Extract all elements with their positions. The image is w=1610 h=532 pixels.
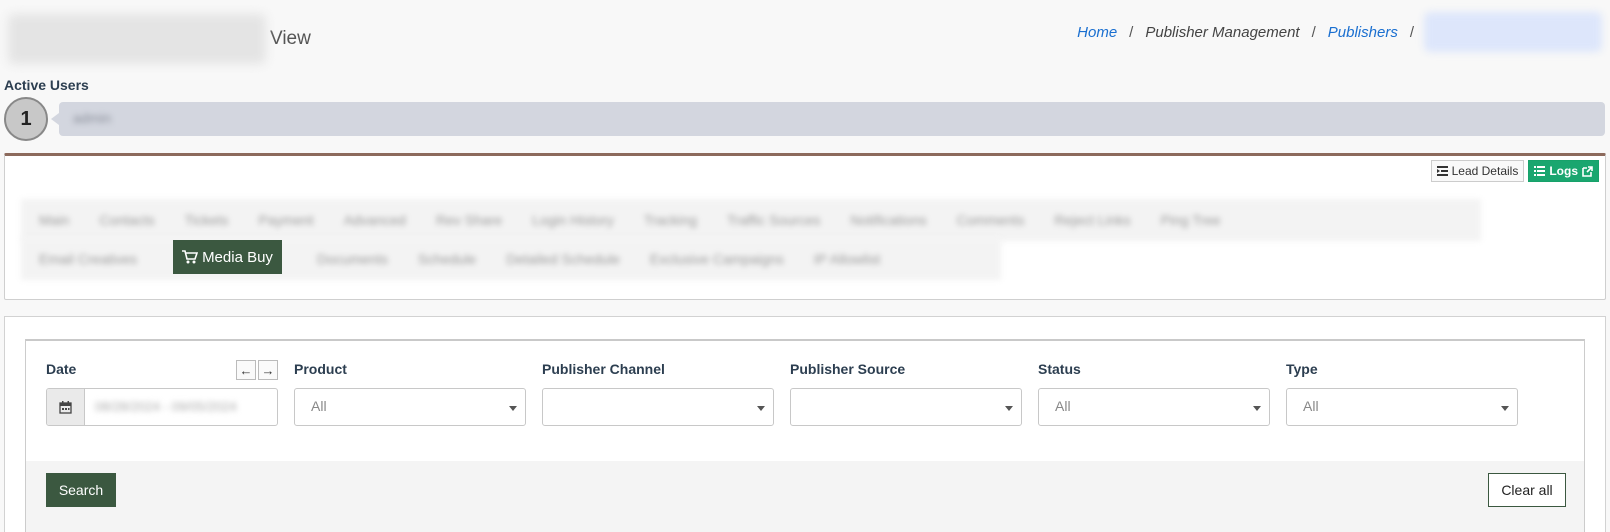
type-select[interactable]: All	[1286, 388, 1518, 426]
tab-notifications[interactable]: Notifications	[850, 212, 926, 228]
tab-advanced[interactable]: Advanced	[344, 212, 406, 228]
clear-all-button[interactable]: Clear all	[1488, 473, 1566, 507]
caret-down-icon	[1501, 406, 1509, 411]
publisher-source-select[interactable]	[790, 388, 1022, 426]
caret-down-icon	[757, 406, 765, 411]
tab-documents[interactable]: Documents	[317, 251, 388, 267]
active-users-count-badge: 1	[4, 97, 48, 141]
tab-ping-tree[interactable]: Ping Tree	[1161, 212, 1221, 228]
filter-card: Date ← → 08/28/2024 - 09/05/2024 Product…	[4, 316, 1606, 532]
tab-tracking[interactable]: Tracking	[644, 212, 697, 228]
lead-details-button[interactable]: Lead Details	[1430, 160, 1525, 182]
tab-email-creatives[interactable]: Email Creatives	[39, 251, 137, 267]
status-filter: Status All	[1038, 361, 1270, 426]
type-select-value: All	[1303, 398, 1319, 414]
calendar-icon	[47, 389, 85, 425]
top-actions: Lead Details Logs	[1430, 160, 1599, 182]
caret-down-icon	[1253, 406, 1261, 411]
lead-details-label: Lead Details	[1451, 164, 1519, 178]
status-select[interactable]: All	[1038, 388, 1270, 426]
tab-payment[interactable]: Payment	[258, 212, 313, 228]
search-button[interactable]: Search	[46, 473, 116, 507]
breadcrumb-separator: /	[1409, 23, 1414, 41]
status-label: Status	[1038, 361, 1081, 377]
arrow-left-icon: ←	[239, 362, 253, 378]
tab-contacts[interactable]: Contacts	[99, 212, 154, 228]
breadcrumb: Home / Publisher Management / Publishers…	[1075, 12, 1602, 52]
tab-tickets[interactable]: Tickets	[185, 212, 229, 228]
date-prev-button[interactable]: ←	[236, 360, 256, 380]
date-next-button[interactable]: →	[258, 360, 278, 380]
publisher-channel-filter: Publisher Channel	[542, 361, 774, 426]
breadcrumb-home[interactable]: Home	[1075, 24, 1119, 41]
tab-schedule[interactable]: Schedule	[418, 251, 476, 267]
product-label: Product	[294, 361, 347, 377]
date-nav: ← →	[236, 360, 278, 380]
tabs-card: Lead Details Logs Main Contacts Tickets …	[4, 153, 1606, 300]
logs-label: Logs	[1549, 164, 1578, 178]
product-filter: Product All	[294, 361, 526, 426]
publisher-channel-label: Publisher Channel	[542, 361, 665, 377]
tab-exclusive-campaigns[interactable]: Exclusive Campaigns	[650, 251, 784, 267]
tab-media-buy-label: Media Buy	[202, 248, 273, 266]
tab-main[interactable]: Main	[39, 212, 69, 228]
tab-login-history[interactable]: Login History	[532, 212, 614, 228]
arrow-right-icon: →	[261, 362, 275, 378]
tab-row-redacted: Email Creatives Documents Schedule Detai…	[21, 238, 1001, 280]
active-users-label: Active Users	[4, 77, 89, 93]
type-filter: Type All	[1286, 361, 1518, 426]
date-range-input[interactable]: 08/28/2024 - 09/05/2024	[46, 388, 278, 426]
publisher-name-redacted	[8, 14, 266, 64]
caret-down-icon	[509, 406, 517, 411]
tab-rev-share[interactable]: Rev Share	[436, 212, 502, 228]
date-filter: Date ← → 08/28/2024 - 09/05/2024	[46, 360, 278, 426]
logs-button[interactable]: Logs	[1528, 160, 1599, 182]
publisher-source-label: Publisher Source	[790, 361, 906, 377]
page-title-suffix: View	[270, 28, 311, 49]
type-label: Type	[1286, 361, 1318, 377]
tab-media-buy[interactable]: Media Buy	[173, 240, 282, 274]
filter-panel: Date ← → 08/28/2024 - 09/05/2024 Product…	[25, 339, 1585, 532]
tab-reject-links[interactable]: Reject Links	[1054, 212, 1130, 228]
product-select[interactable]: All	[294, 388, 526, 426]
date-range-value: 08/28/2024 - 09/05/2024	[95, 399, 237, 414]
product-select-value: All	[311, 398, 327, 414]
tab-traffic-sources[interactable]: Traffic Sources	[727, 212, 820, 228]
tab-comments[interactable]: Comments	[957, 212, 1025, 228]
breadcrumb-separator: /	[1311, 23, 1316, 41]
active-user-name: admin	[73, 110, 112, 126]
filter-footer: Search Clear all	[26, 461, 1584, 532]
tab-detailed-schedule[interactable]: Detailed Schedule	[506, 251, 620, 267]
list-icon	[1534, 166, 1546, 176]
breadcrumb-publisher-management: Publisher Management	[1145, 23, 1300, 41]
tab-ip-allowlist[interactable]: IP Allowlist	[814, 251, 881, 267]
active-user-bubble: admin	[51, 102, 1605, 136]
status-select-value: All	[1055, 398, 1071, 414]
publisher-channel-select[interactable]	[542, 388, 774, 426]
list-indent-icon	[1436, 166, 1448, 176]
page-title: View	[8, 14, 311, 64]
breadcrumb-separator: /	[1129, 23, 1134, 41]
breadcrumb-current-redacted	[1424, 12, 1602, 52]
external-link-icon	[1582, 165, 1593, 177]
publisher-source-filter: Publisher Source	[790, 361, 1022, 426]
tab-row-redacted: Main Contacts Tickets Payment Advanced R…	[21, 199, 1481, 241]
caret-down-icon	[1005, 406, 1013, 411]
breadcrumb-publishers[interactable]: Publishers	[1326, 24, 1400, 41]
shopping-cart-icon	[182, 250, 199, 264]
page: View Home / Publisher Management / Publi…	[0, 0, 1610, 532]
